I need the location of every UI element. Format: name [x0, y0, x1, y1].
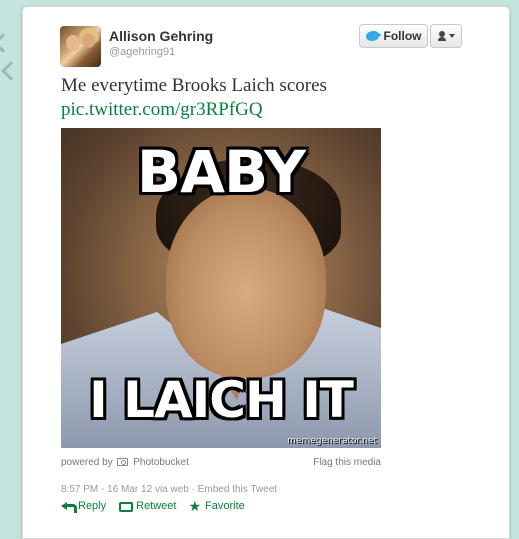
- reply-icon: [61, 501, 77, 513]
- tweet-timestamp[interactable]: 8:57 PM - 16 Mar 12: [61, 484, 155, 495]
- meme-watermark: memegenerator.net: [287, 436, 377, 446]
- reply-label: Reply: [78, 500, 107, 512]
- favorite-label: Favorite: [205, 500, 245, 512]
- retweet-icon: [118, 501, 134, 512]
- favorite-button[interactable]: ★ Favorite: [188, 498, 245, 514]
- retweet-button[interactable]: Retweet: [118, 500, 176, 512]
- powered-by-name: Photobucket: [133, 457, 189, 468]
- powered-by[interactable]: powered by Photobucket: [61, 457, 189, 468]
- powered-by-prefix: powered by: [61, 457, 113, 468]
- follow-button[interactable]: Follow: [359, 24, 428, 48]
- follow-button-label: Follow: [383, 29, 422, 43]
- media-footer: powered by Photobucket Flag this media: [61, 457, 381, 468]
- tweet-via: via web: [154, 484, 192, 495]
- tweet-actions: Reply Retweet ★ Favorite: [61, 498, 245, 514]
- background-decoration: [0, 33, 13, 53]
- user-icon: [437, 31, 446, 41]
- user-actions-dropdown-button[interactable]: [430, 24, 462, 48]
- retweet-label: Retweet: [136, 500, 177, 512]
- flag-media-link[interactable]: Flag this media: [313, 457, 381, 468]
- meme-top-text: BABY: [136, 138, 306, 206]
- tweet-card: Allison Gehring @agehring91 Follow Me ev…: [22, 6, 510, 539]
- user-handle[interactable]: @agehring91: [109, 46, 175, 58]
- reply-button[interactable]: Reply: [61, 500, 107, 513]
- user-name[interactable]: Allison Gehring: [109, 28, 213, 44]
- tweet-text: Me everytime Brooks Laich scores: [61, 75, 327, 96]
- meme-bottom-text: I LAICH IT: [89, 371, 354, 429]
- tweet-media-image[interactable]: BABY I LAICH IT memegenerator.net: [61, 128, 381, 448]
- meme-photo-face: [166, 188, 326, 378]
- star-icon: ★: [188, 498, 202, 514]
- tweet-media-link[interactable]: pic.twitter.com/gr3RPfGQ: [61, 99, 263, 121]
- embed-tweet-link[interactable]: Embed this Tweet: [198, 484, 277, 495]
- photobucket-icon: [117, 458, 129, 466]
- background-decoration: [1, 61, 21, 81]
- tweet-meta: 8:57 PM - 16 Mar 12 via web · Embed this…: [61, 484, 277, 495]
- twitter-bird-icon: [365, 31, 382, 41]
- avatar[interactable]: [60, 26, 101, 67]
- chevron-down-icon: [448, 34, 455, 38]
